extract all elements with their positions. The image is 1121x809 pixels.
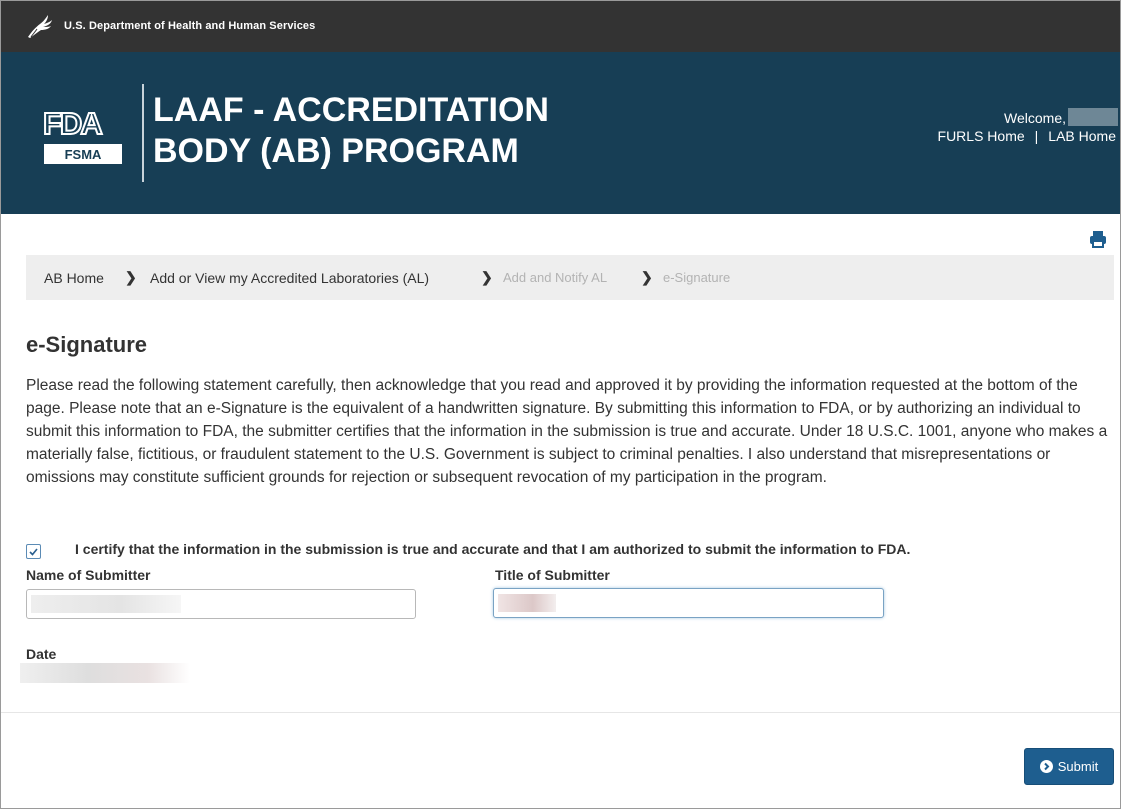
date-label: Date: [26, 646, 57, 662]
user-name-redacted: [1068, 108, 1118, 126]
fsma-logo-text: FSMA: [65, 147, 102, 162]
breadcrumb-add-view-al[interactable]: Add or View my Accredited Laboratories (…: [150, 270, 429, 286]
furls-home-link[interactable]: FURLS Home: [938, 128, 1025, 144]
arrow-circle-right-icon: [1039, 760, 1053, 773]
chevron-right-icon: ❯: [125, 269, 137, 285]
date-value-redacted: [20, 663, 190, 683]
submit-button[interactable]: Submit: [1024, 748, 1114, 785]
checkmark-icon: [29, 548, 38, 556]
name-of-submitter-input[interactable]: [26, 589, 416, 619]
fda-fsma-logo: FDA FSMA: [42, 105, 122, 164]
app-title: LAAF - ACCREDITATION BODY (AB) PROGRAM: [153, 90, 549, 172]
chevron-right-icon: ❯: [481, 269, 493, 285]
app-title-line2: BODY (AB) PROGRAM: [153, 132, 519, 170]
breadcrumb-ab-home[interactable]: AB Home: [44, 270, 104, 286]
app-header: FDA FSMA LAAF - ACCREDITATION BODY (AB) …: [1, 52, 1120, 214]
submit-label: Submit: [1057, 759, 1099, 774]
certify-checkbox[interactable]: [26, 544, 41, 559]
breadcrumb: AB Home ❯ Add or View my Accredited Labo…: [26, 255, 1114, 300]
header-divider: [142, 84, 144, 182]
title-of-submitter-input[interactable]: [493, 588, 884, 618]
section-divider: [1, 712, 1120, 713]
title-of-submitter-label: Title of Submitter: [495, 567, 610, 583]
redacted-value: [31, 595, 181, 613]
breadcrumb-add-notify-al: Add and Notify AL: [503, 270, 608, 285]
chevron-right-icon: ❯: [641, 269, 653, 285]
lab-home-link[interactable]: LAB Home: [1048, 128, 1116, 144]
top-links: FURLS Home | LAB Home: [938, 128, 1116, 144]
page-frame: U.S. Department of Health and Human Serv…: [0, 0, 1121, 809]
breadcrumb-e-signature: e-Signature: [663, 270, 731, 285]
page-title: e-Signature: [26, 332, 148, 357]
app-title-line1: LAAF - ACCREDITATION: [153, 91, 549, 129]
gov-banner: U.S. Department of Health and Human Serv…: [1, 1, 1120, 52]
hhs-eagle-icon: [28, 15, 52, 38]
link-separator: |: [1034, 128, 1039, 144]
certification-statement: Please read the following statement care…: [26, 377, 1108, 486]
redacted-value: [498, 594, 556, 612]
department-name: U.S. Department of Health and Human Serv…: [64, 20, 316, 32]
name-of-submitter-label: Name of Submitter: [26, 567, 151, 583]
svg-text:FDA: FDA: [43, 106, 102, 141]
certify-label: I certify that the information in the su…: [75, 541, 911, 557]
welcome-text: Welcome,: [1004, 110, 1066, 126]
print-icon[interactable]: [1088, 229, 1108, 249]
